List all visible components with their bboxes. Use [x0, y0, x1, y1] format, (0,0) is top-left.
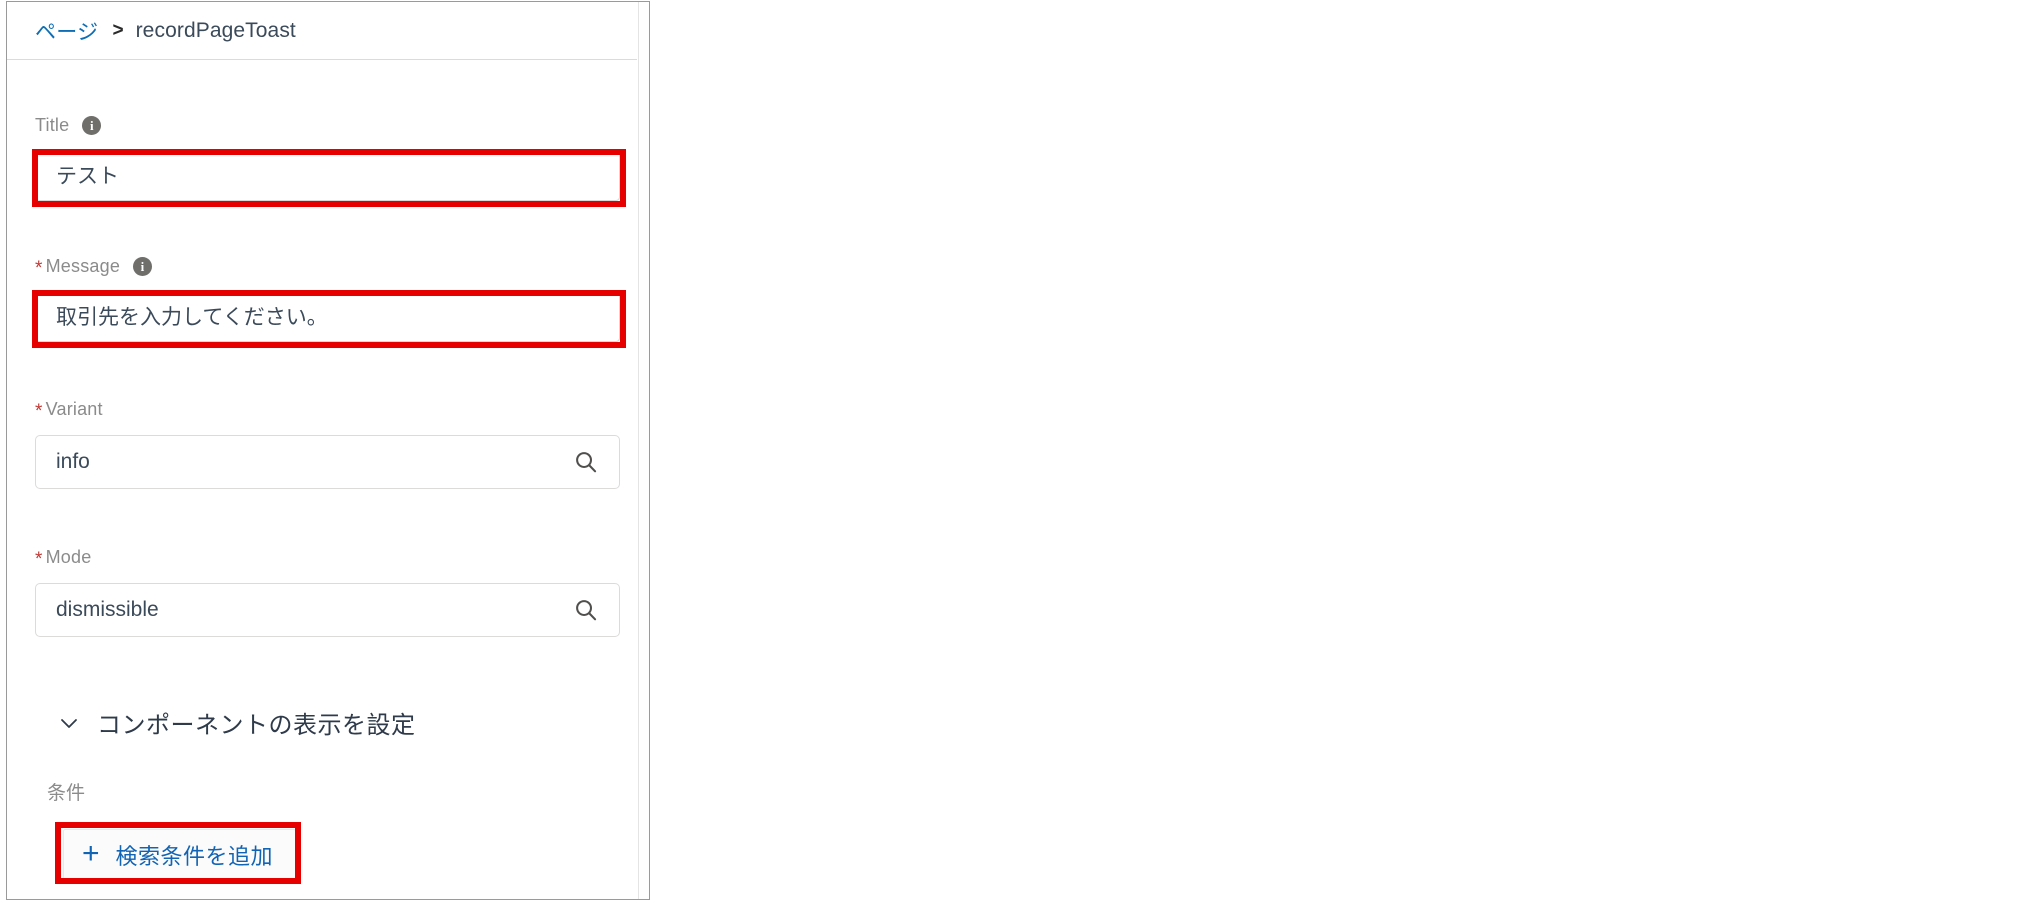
field-mode: * Mode dismissible [35, 547, 620, 637]
panel-scrollbar[interactable] [638, 2, 649, 899]
chevron-down-icon [57, 711, 81, 735]
field-title-label-text: Title [35, 115, 70, 135]
search-icon[interactable] [573, 449, 599, 475]
field-mode-label: * Mode [35, 547, 620, 570]
info-icon[interactable]: i [133, 257, 153, 276]
field-message-label: * Message i [35, 256, 620, 279]
properties-panel: ページ > recordPageToast Title i テスト * Mess… [6, 1, 650, 900]
field-variant-label: * Variant [35, 399, 620, 422]
field-mode-label-text: Mode [45, 547, 92, 567]
breadcrumb-separator: > [112, 19, 124, 41]
message-input-value: 取引先を入力してください。 [56, 306, 328, 329]
section-component-visibility-header[interactable]: コンポーネントの表示を設定 [57, 705, 416, 740]
add-filter-button[interactable]: + 検索条件を追加 [63, 829, 297, 881]
message-input[interactable]: 取引先を入力してください。 [35, 290, 620, 342]
title-input[interactable]: テスト [35, 149, 620, 201]
mode-combobox[interactable]: dismissible [35, 583, 620, 637]
section-component-visibility-title: コンポーネントの表示を設定 [97, 712, 416, 739]
breadcrumb-link-page[interactable]: ページ [35, 16, 98, 46]
required-marker-variant: * [35, 401, 43, 422]
info-icon[interactable]: i [82, 116, 102, 135]
required-marker-message: * [35, 258, 43, 279]
mode-combobox-value: dismissible [56, 598, 159, 621]
field-variant: * Variant info [35, 399, 620, 489]
breadcrumb-current-item: recordPageToast [135, 18, 296, 42]
variant-combobox[interactable]: info [35, 435, 620, 489]
field-variant-label-text: Variant [45, 399, 103, 419]
field-message-label-text: Message [45, 256, 121, 276]
variant-combobox-value: info [56, 450, 90, 473]
panel-content: ページ > recordPageToast Title i テスト * Mess… [7, 2, 637, 899]
field-title-label: Title i [35, 115, 620, 136]
field-message: * Message i 取引先を入力してください。 [35, 256, 620, 342]
add-filter-button-label: 検索条件を追加 [115, 844, 274, 869]
required-marker-mode: * [35, 549, 43, 570]
plus-icon: + [82, 837, 100, 870]
filters-label: 条件 [47, 783, 86, 804]
search-icon[interactable] [573, 597, 599, 623]
breadcrumb: ページ > recordPageToast [7, 2, 637, 60]
title-input-value: テスト [56, 165, 119, 188]
field-title: Title i テスト [35, 115, 620, 201]
